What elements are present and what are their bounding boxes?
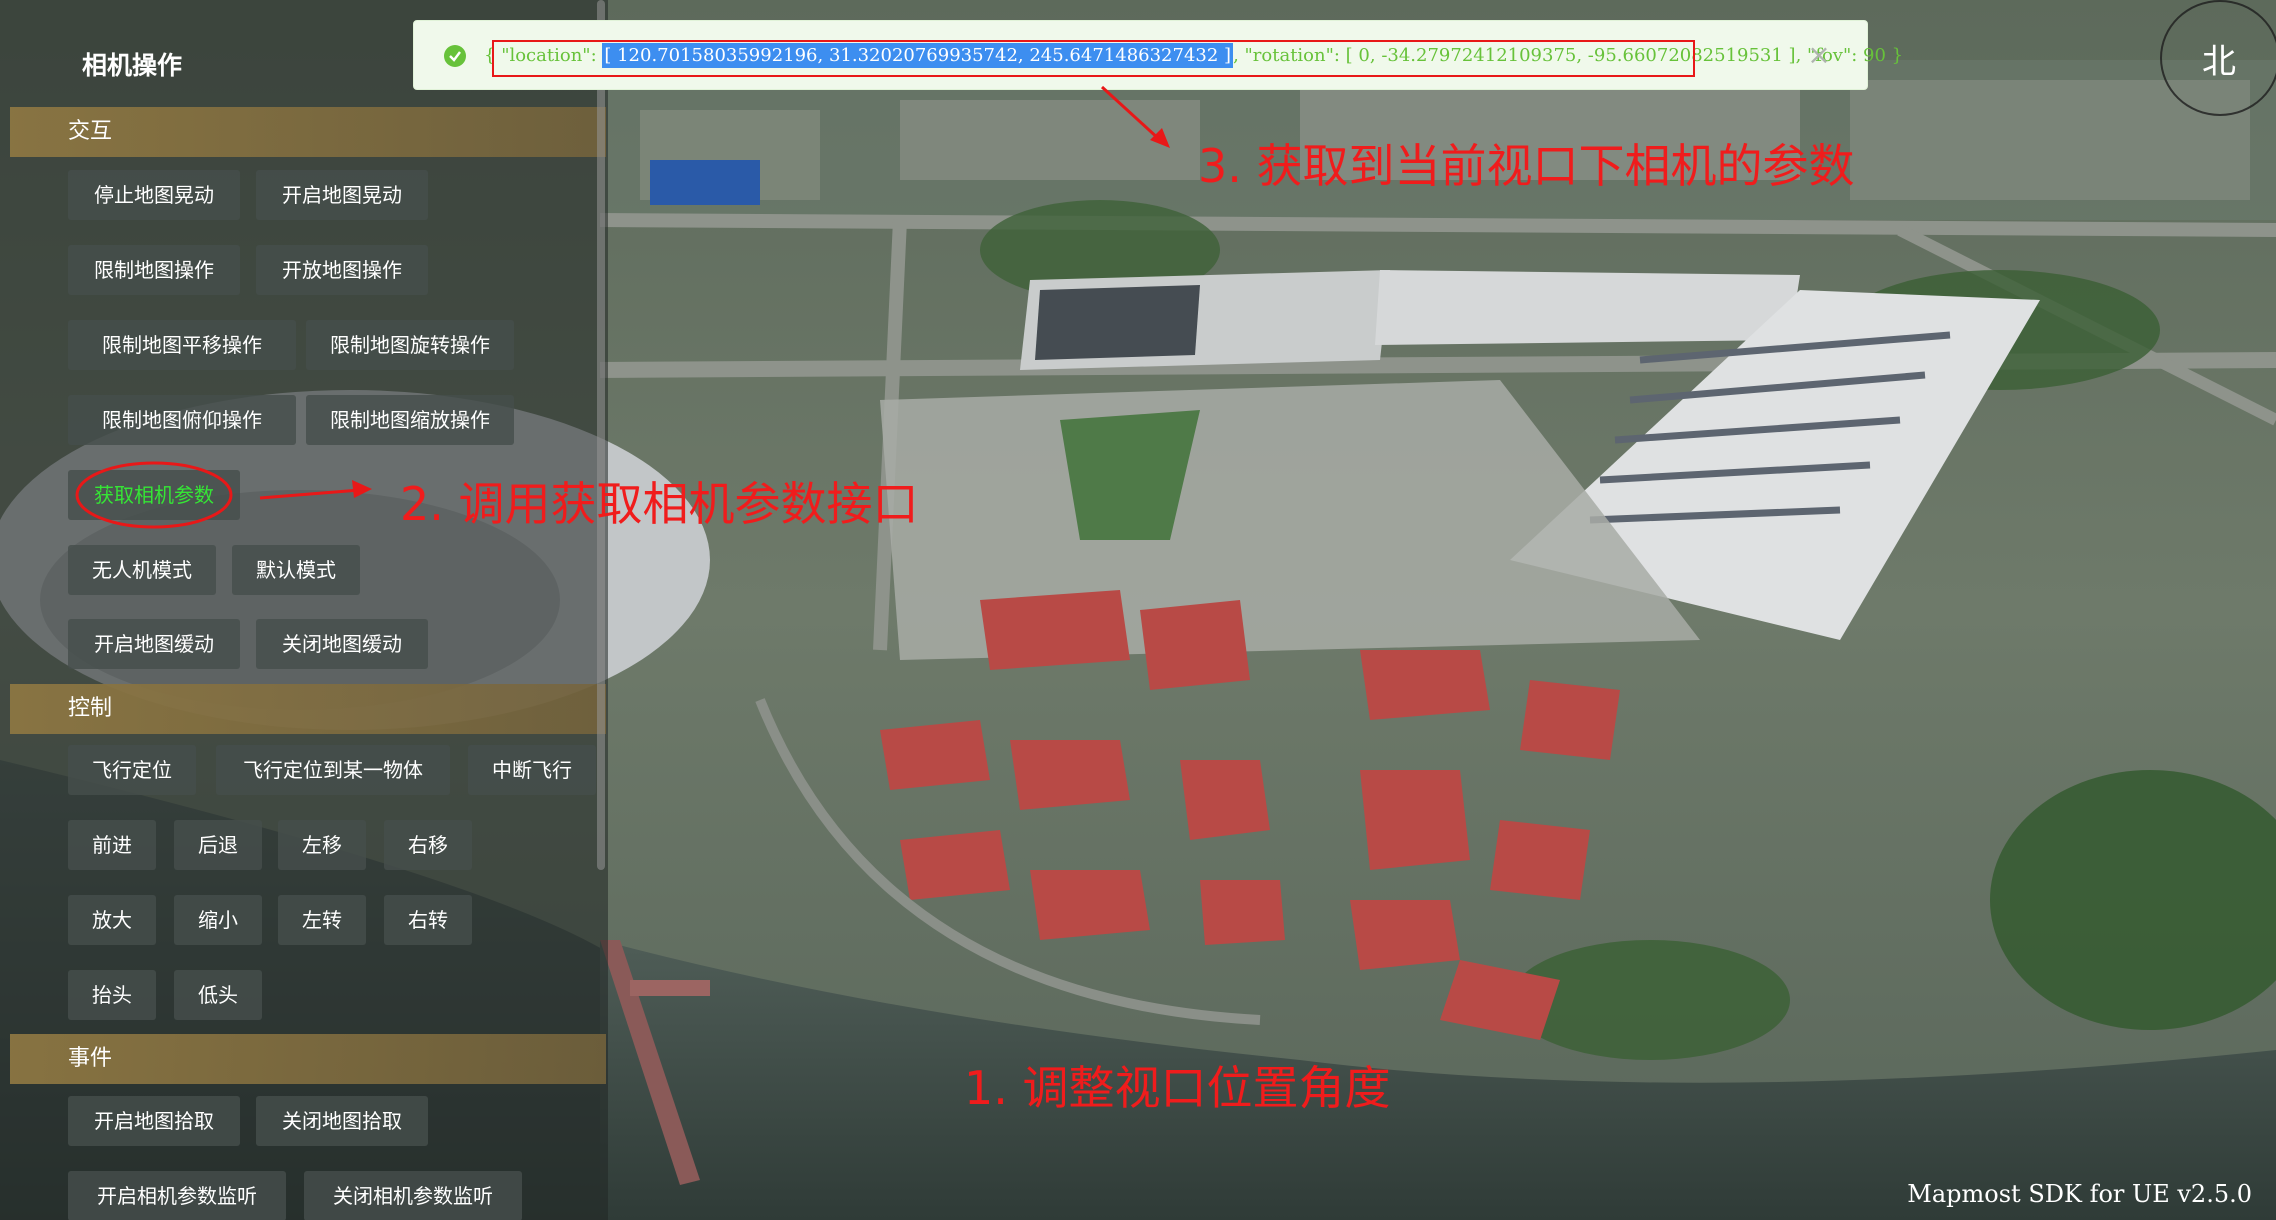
tilt-down-button[interactable]: 低头 bbox=[174, 970, 262, 1020]
annotation-step-2: 2. 调用获取相机参数接口 bbox=[400, 477, 919, 531]
limit-map-pan-button[interactable]: 限制地图平移操作 bbox=[68, 320, 296, 370]
panel-title: 相机操作 bbox=[82, 51, 183, 80]
zoom-out-button[interactable]: 缩小 bbox=[174, 895, 262, 945]
enable-map-easing-button[interactable]: 开启地图缓动 bbox=[68, 619, 240, 669]
close-icon[interactable]: × bbox=[1805, 41, 1833, 69]
sdk-version-label: Mapmost SDK for UE v2.5.0 bbox=[1907, 1180, 2252, 1208]
success-check-icon bbox=[444, 45, 466, 67]
open-map-operation-button[interactable]: 开放地图操作 bbox=[256, 245, 428, 295]
move-forward-button[interactable]: 前进 bbox=[68, 820, 156, 870]
panel-scrollbar[interactable] bbox=[597, 0, 605, 870]
start-map-shake-button[interactable]: 开启地图晃动 bbox=[256, 170, 428, 220]
annotation-highlight-box bbox=[492, 40, 1695, 77]
disable-camera-listener-button[interactable]: 关闭相机参数监听 bbox=[304, 1171, 522, 1220]
limit-map-pitch-button[interactable]: 限制地图俯仰操作 bbox=[68, 395, 296, 445]
annotation-step-1: 1. 调整视口位置角度 bbox=[964, 1061, 1391, 1115]
zoom-in-button[interactable]: 放大 bbox=[68, 895, 156, 945]
turn-right-button[interactable]: 右转 bbox=[384, 895, 472, 945]
annotation-step-3: 3. 获取到当前视口下相机的参数 bbox=[1198, 139, 1855, 193]
tilt-up-button[interactable]: 抬头 bbox=[68, 970, 156, 1020]
turn-left-button[interactable]: 左转 bbox=[278, 895, 366, 945]
disable-map-pick-button[interactable]: 关闭地图拾取 bbox=[256, 1096, 428, 1146]
move-left-button[interactable]: 左移 bbox=[278, 820, 366, 870]
disable-map-easing-button[interactable]: 关闭地图缓动 bbox=[256, 619, 428, 669]
limit-map-operation-button[interactable]: 限制地图操作 bbox=[68, 245, 240, 295]
get-camera-params-button[interactable]: 获取相机参数 bbox=[68, 470, 240, 520]
fly-to-object-button[interactable]: 飞行定位到某一物体 bbox=[216, 745, 450, 795]
fly-to-button[interactable]: 飞行定位 bbox=[68, 745, 196, 795]
move-backward-button[interactable]: 后退 bbox=[174, 820, 262, 870]
section-header-events[interactable]: 事件 bbox=[10, 1034, 606, 1084]
limit-map-rotate-button[interactable]: 限制地图旋转操作 bbox=[306, 320, 514, 370]
section-header-control[interactable]: 控制 bbox=[10, 684, 606, 734]
default-mode-button[interactable]: 默认模式 bbox=[232, 545, 360, 595]
stop-map-shake-button[interactable]: 停止地图晃动 bbox=[68, 170, 240, 220]
enable-map-pick-button[interactable]: 开启地图拾取 bbox=[68, 1096, 240, 1146]
abort-flight-button[interactable]: 中断飞行 bbox=[468, 745, 596, 795]
drone-mode-button[interactable]: 无人机模式 bbox=[68, 545, 216, 595]
limit-map-zoom-button[interactable]: 限制地图缩放操作 bbox=[306, 395, 514, 445]
enable-camera-listener-button[interactable]: 开启相机参数监听 bbox=[68, 1171, 286, 1220]
camera-operations-panel: 相机操作 交互 停止地图晃动 开启地图晃动 限制地图操作 开放地图操作 限制地图… bbox=[0, 0, 608, 1220]
compass-icon[interactable]: 北 bbox=[2160, 0, 2276, 116]
compass-north-label: 北 bbox=[2202, 42, 2236, 82]
section-header-interaction[interactable]: 交互 bbox=[10, 107, 606, 157]
move-right-button[interactable]: 右移 bbox=[384, 820, 472, 870]
